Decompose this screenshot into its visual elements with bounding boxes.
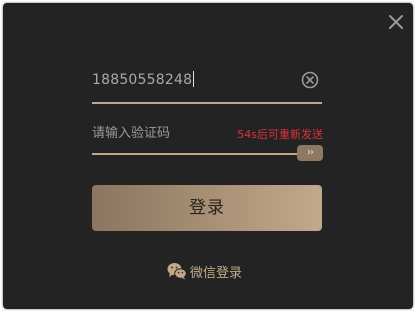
- phone-value-text: 18850558248: [92, 72, 193, 88]
- resend-countdown: 54s后可重新发送: [237, 128, 323, 141]
- clear-circle-icon[interactable]: [300, 70, 320, 90]
- text-caret: [193, 71, 195, 87]
- wechat-login-label: 微信登录: [190, 265, 243, 281]
- phone-input[interactable]: 18850558248: [92, 71, 195, 88]
- verification-code-input[interactable]: [92, 122, 222, 144]
- close-icon[interactable]: [386, 12, 406, 32]
- slider-handle[interactable]: ››: [297, 145, 323, 161]
- wechat-icon: [167, 263, 187, 280]
- code-field[interactable]: 54s后可重新发送 ››: [92, 119, 323, 161]
- login-dialog: 18850558248 54s后可重新发送 ›› 登录 微信登录: [3, 3, 413, 309]
- phone-field[interactable]: 18850558248: [92, 66, 322, 104]
- wechat-login-link[interactable]: 微信登录: [167, 261, 242, 281]
- login-button[interactable]: 登录: [92, 185, 322, 231]
